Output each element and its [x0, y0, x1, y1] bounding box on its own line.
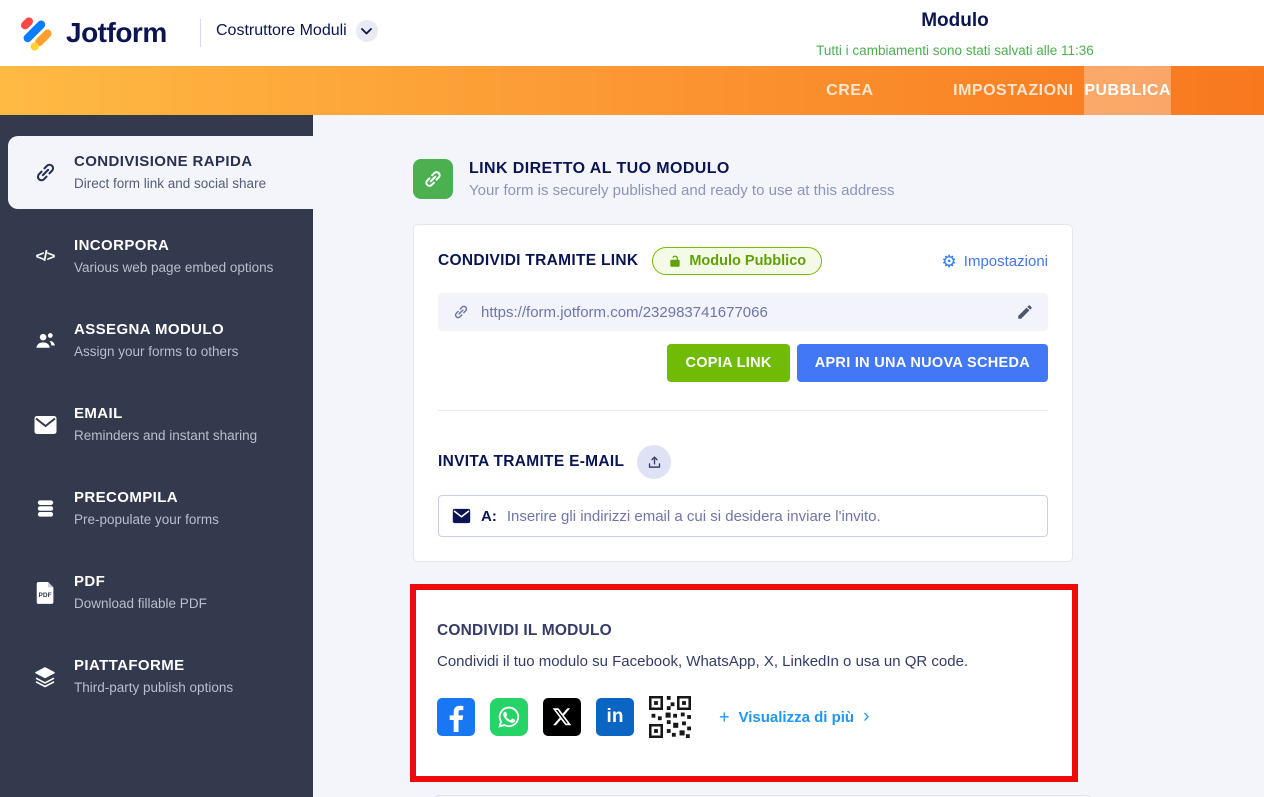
sidebar-item-subtitle: Reminders and instant sharing	[74, 428, 258, 443]
sidebar-item[interactable]: EMAIL Reminders and instant sharing	[0, 388, 313, 461]
jotform-logo[interactable]: Jotform	[16, 13, 167, 53]
see-more-link[interactable]: + Visualizza di più ›	[719, 706, 869, 728]
copy-link-button[interactable]: COPIA LINK	[667, 344, 790, 382]
share-link-title: CONDIVIDI TRAMITE LINK	[438, 252, 639, 269]
sidebar-item-title: PIATTAFORME	[74, 657, 185, 674]
direct-link-header: LINK DIRETTO AL TUO MODULO Your form is …	[413, 159, 1073, 199]
chevron-right-icon: ›	[863, 706, 870, 727]
builder-tabs: CREA IMPOSTAZIONI PUBBLICA	[757, 66, 1171, 115]
linkedin-icon[interactable]: in	[596, 698, 634, 736]
lock-open-icon	[670, 255, 681, 267]
link-icon	[30, 160, 60, 185]
svg-text:PDF: PDF	[38, 592, 51, 599]
settings-label: Impostazioni	[963, 252, 1048, 270]
product-switcher[interactable]: Costruttore Moduli	[216, 20, 378, 42]
link-settings-button[interactable]: ⚙ Impostazioni	[942, 253, 1048, 270]
product-switcher-label: Costruttore Moduli	[216, 22, 347, 39]
sidebar-item-subtitle: Third-party publish options	[74, 680, 234, 695]
direct-link-title: LINK DIRETTO AL TUO MODULO	[469, 159, 730, 177]
builder-navbar: CREA IMPOSTAZIONI PUBBLICA	[0, 66, 1264, 115]
envelope-icon	[452, 508, 471, 524]
badge-label: Modulo Pubblico	[689, 253, 807, 269]
stack-icon	[30, 497, 60, 520]
plus-icon: +	[719, 706, 730, 727]
link-icon	[454, 305, 468, 319]
chevron-down-icon[interactable]	[355, 20, 378, 42]
sidebar-item-title: PRECOMPILA	[74, 489, 179, 506]
share-form-title: CONDIVIDI IL MODULO	[437, 622, 612, 639]
sidebar-item-subtitle: Download fillable PDF	[74, 596, 207, 611]
form-url-field[interactable]: https://form.jotform.com/232983741677066	[438, 293, 1048, 331]
autosave-status: Tutti i cambiamenti sono stati salvati a…	[816, 43, 1094, 58]
sidebar-item-subtitle: Pre-populate your forms	[74, 512, 219, 527]
share-link-card: CONDIVIDI TRAMITE LINK Modulo Pubblico ⚙…	[413, 224, 1073, 562]
publish-sidebar: CONDIVISIONE RAPIDA Direct form link and…	[0, 115, 313, 797]
sidebar-item[interactable]: ASSEGNA MODULO Assign your forms to othe…	[0, 304, 313, 377]
invite-email-input[interactable]	[506, 507, 1034, 525]
email-to-label: A:	[481, 507, 497, 525]
sidebar-item[interactable]: CONDIVISIONE RAPIDA Direct form link and…	[8, 136, 313, 209]
sidebar-item-subtitle: Various web page embed options	[74, 260, 274, 275]
layers-icon	[30, 665, 60, 689]
embed-code-icon: </>	[35, 248, 56, 265]
edit-pencil-icon[interactable]	[1016, 303, 1034, 321]
sidebar-item-title: PDF	[74, 573, 106, 590]
qr-code-icon[interactable]	[649, 696, 691, 738]
share-form-description: Condividi il tuo modulo su Facebook, Wha…	[437, 653, 969, 670]
sidebar-item[interactable]: PRECOMPILA Pre-populate your forms	[0, 472, 313, 545]
page-title: Modulo	[921, 10, 989, 31]
users-icon	[30, 329, 60, 352]
upload-contacts-button[interactable]	[637, 445, 672, 479]
form-url-text[interactable]: https://form.jotform.com/232983741677066	[481, 304, 768, 321]
direct-link-subtitle: Your form is securely published and read…	[469, 181, 895, 199]
sidebar-item-title: ASSEGNA MODULO	[74, 321, 225, 338]
publish-main-panel: LINK DIRETTO AL TUO MODULO Your form is …	[313, 115, 1264, 797]
sidebar-item[interactable]: PDF PDF Download fillable PDF	[0, 556, 313, 629]
see-more-label: Visualizza di più	[738, 708, 855, 726]
gear-icon: ⚙	[941, 251, 957, 271]
builder-tab[interactable]: PUBBLICA	[1084, 66, 1171, 115]
tab-label: IMPOSTAZIONI	[953, 81, 1074, 99]
share-social-card-highlighted: CONDIVIDI IL MODULO Condividi il tuo mod…	[410, 584, 1078, 782]
link-badge-icon	[413, 159, 453, 199]
builder-tab[interactable]: CREA	[757, 66, 942, 115]
x-twitter-icon[interactable]	[543, 698, 581, 736]
whatsapp-icon[interactable]	[490, 698, 528, 736]
envelope-icon	[30, 415, 60, 435]
sidebar-item[interactable]: </> INCORPORA Various web page embed opt…	[0, 220, 313, 293]
upload-icon	[648, 455, 660, 468]
pdf-icon: PDF	[30, 580, 60, 605]
facebook-icon[interactable]	[437, 698, 475, 736]
sidebar-item-title: INCORPORA	[74, 237, 170, 254]
top-header: Jotform Costruttore Moduli Modulo Tutti …	[0, 0, 1264, 66]
tab-label: CREA	[826, 81, 874, 99]
tab-label: PUBBLICA	[1084, 81, 1171, 99]
sidebar-item-title: EMAIL	[74, 405, 123, 422]
sidebar-item[interactable]: PIATTAFORME Third-party publish options	[0, 640, 313, 713]
sidebar-item-subtitle: Assign your forms to others	[74, 344, 239, 359]
invite-email-title: INVITA TRAMITE E-MAIL	[438, 453, 625, 470]
public-form-badge[interactable]: Modulo Pubblico	[652, 247, 823, 275]
sidebar-item-subtitle: Direct form link and social share	[74, 176, 267, 191]
jotform-logo-icon	[20, 17, 52, 51]
open-new-tab-button[interactable]: APRI IN UNA NUOVA SCHEDA	[796, 344, 1048, 382]
builder-tab[interactable]: IMPOSTAZIONI	[942, 66, 1084, 115]
invite-email-field[interactable]: A:	[438, 495, 1048, 537]
logo-wordmark: Jotform	[66, 17, 167, 48]
sidebar-item-title: CONDIVISIONE RAPIDA	[74, 153, 253, 170]
header-divider	[200, 19, 201, 47]
card-divider	[438, 410, 1048, 411]
